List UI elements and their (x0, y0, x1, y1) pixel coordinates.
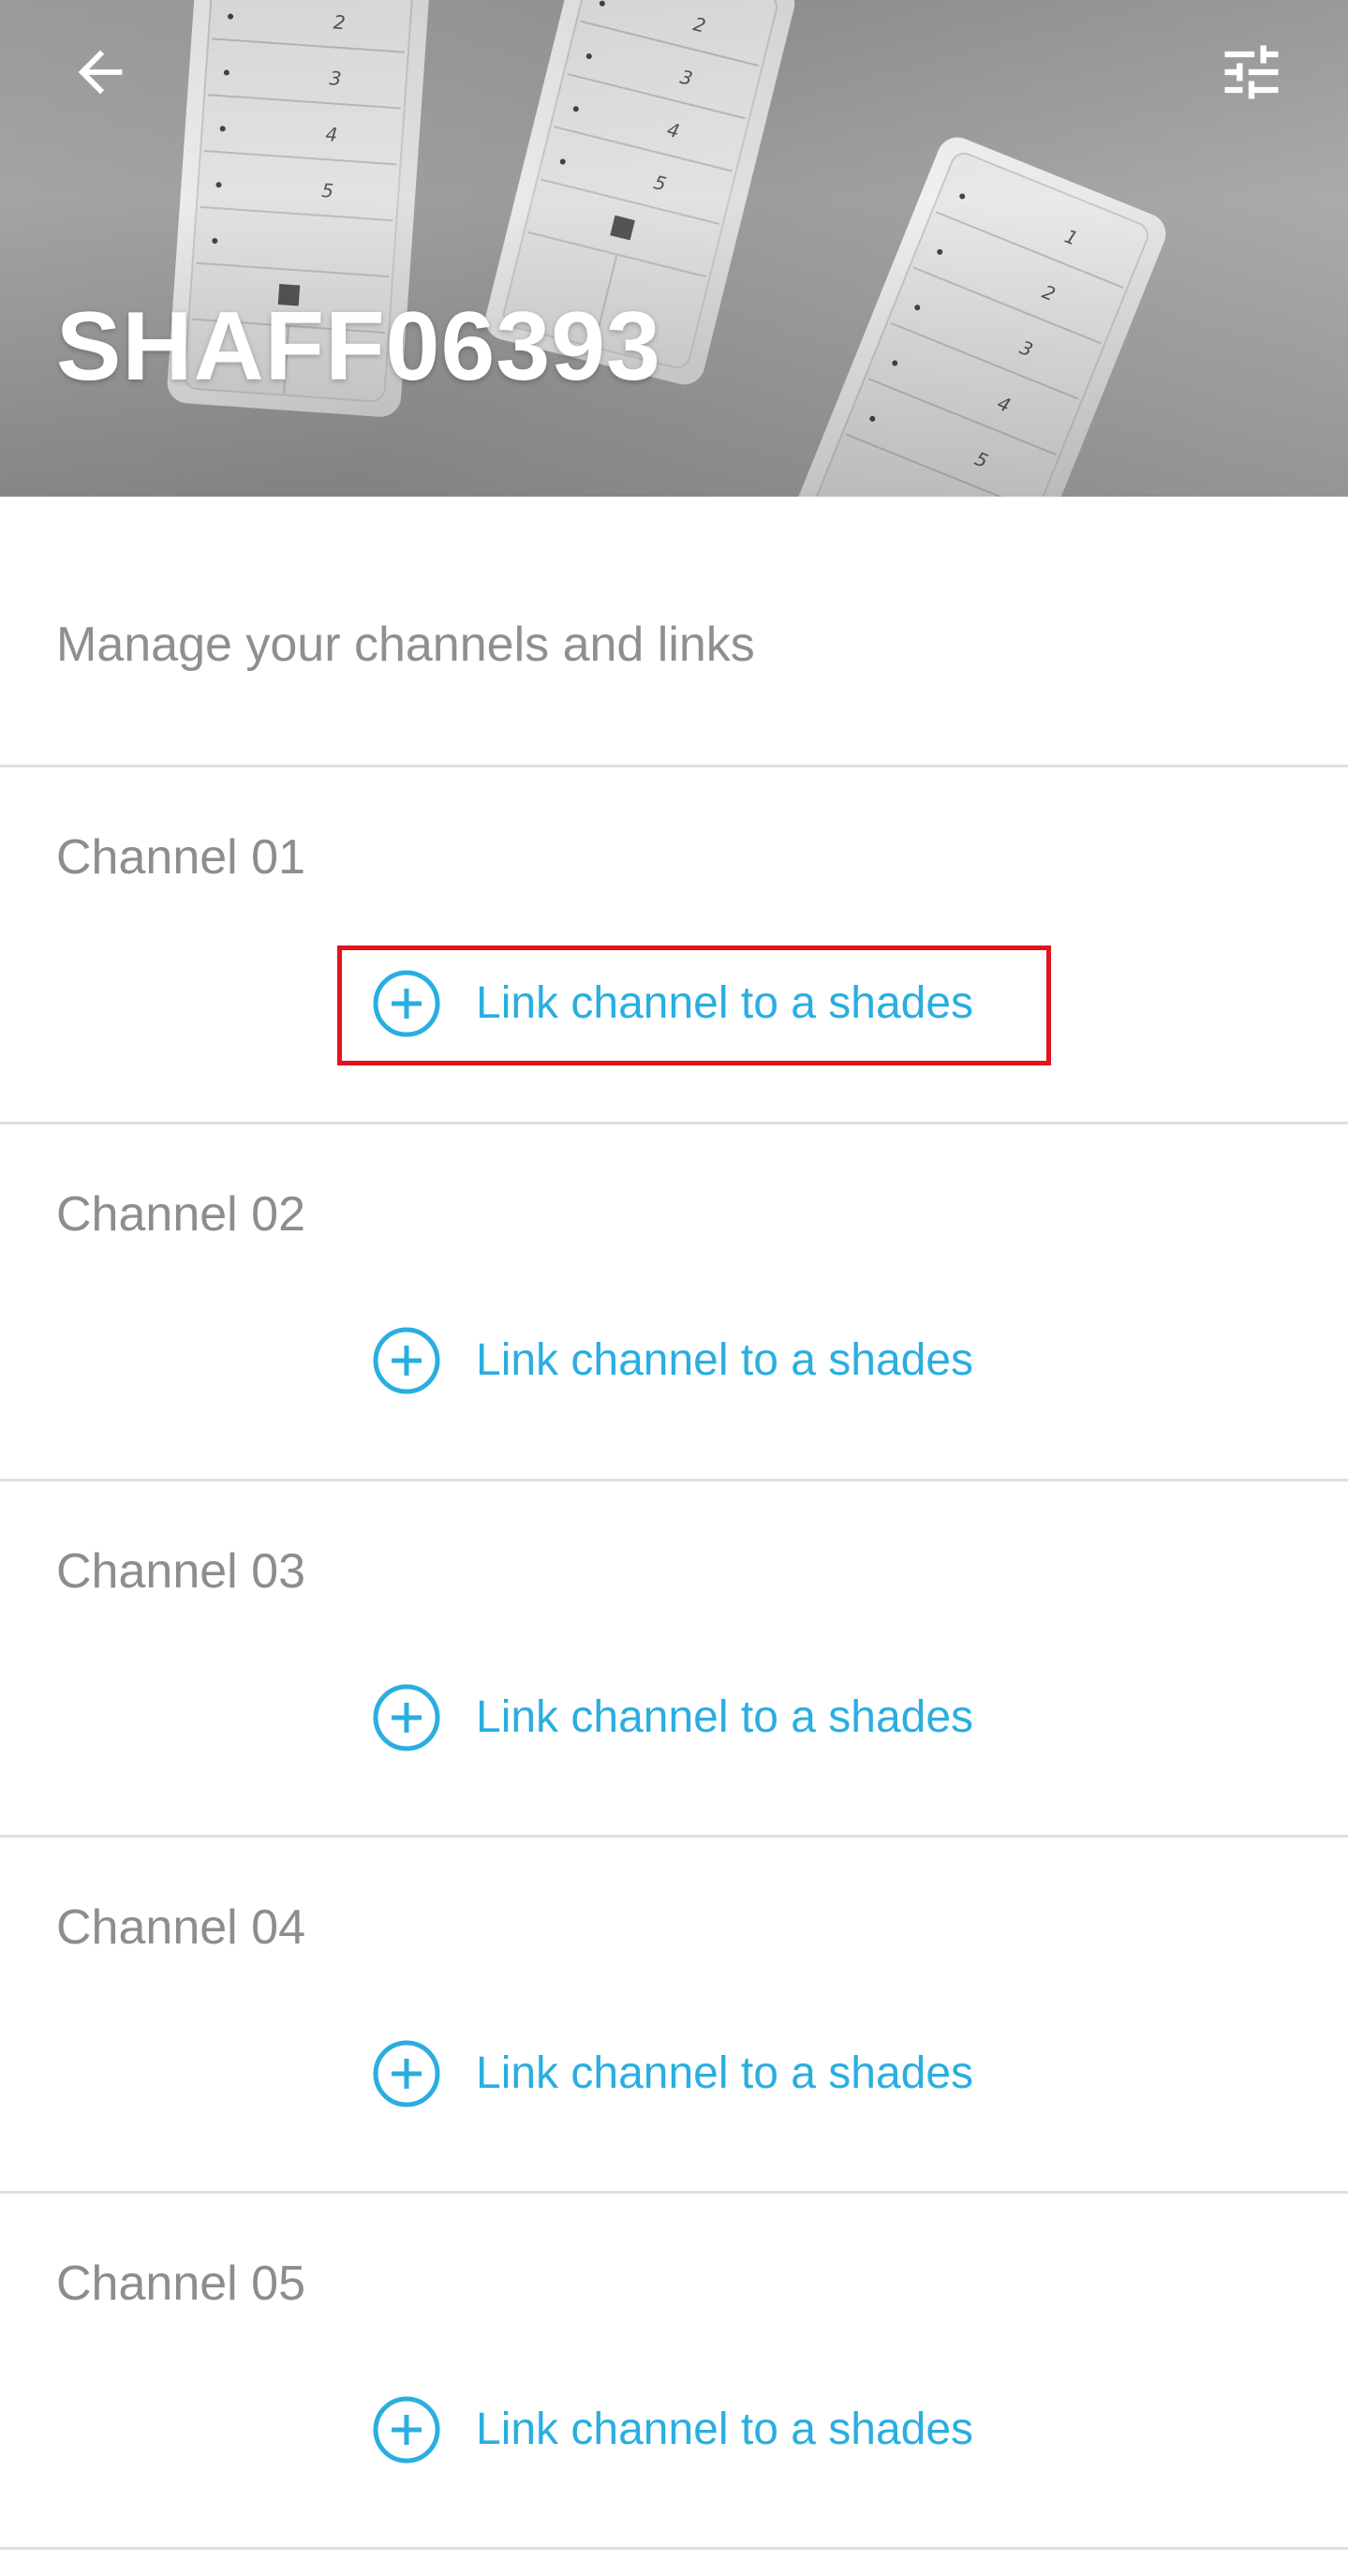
channel-row-01: Channel 01 Link channel to a shades (0, 767, 1348, 1124)
link-channel-label: Link channel to a shades (476, 978, 974, 1028)
channel-row-02: Channel 02 Link channel to a shades (0, 1124, 1348, 1481)
channel-row-05: Channel 05 Link channel to a shades (0, 2194, 1348, 2550)
link-channel-button[interactable]: Link channel to a shades (371, 2036, 973, 2111)
add-circle-icon (373, 2396, 440, 2464)
divider (0, 2547, 1348, 2550)
add-circle-icon (373, 970, 440, 1037)
add-circle-icon (373, 1327, 440, 1394)
back-button[interactable] (49, 21, 152, 124)
channel-name: Channel 05 (56, 2256, 305, 2311)
arrow-left-icon (78, 50, 123, 95)
sliders-icon (1224, 45, 1279, 99)
channel-name: Channel 04 (56, 1900, 305, 1955)
header-overlay (0, 0, 1348, 497)
intro-text: Manage your channels and links (56, 618, 755, 672)
link-channel-label: Link channel to a shades (476, 2048, 974, 2098)
link-channel-button[interactable]: Link channel to a shades (337, 946, 1051, 1065)
link-channel-label: Link channel to a shades (476, 1335, 974, 1385)
channel-name: Channel 01 (56, 830, 305, 885)
device-name-title: SHAFF06393 (56, 292, 661, 401)
add-circle-icon (373, 1684, 440, 1751)
channel-name: Channel 03 (56, 1544, 305, 1599)
channel-name: Channel 02 (56, 1187, 305, 1242)
channel-row-04: Channel 04 Link channel to a shades (0, 1838, 1348, 2194)
channel-row-03: Channel 03 Link channel to a shades (0, 1482, 1348, 1838)
channel-management-screen: 2 3 4 5 (0, 0, 1348, 2576)
settings-button[interactable] (1200, 21, 1303, 124)
link-channel-label: Link channel to a shades (476, 1692, 974, 1742)
link-channel-button[interactable]: Link channel to a shades (371, 2392, 973, 2467)
add-circle-icon (373, 2040, 440, 2107)
header-banner: 2 3 4 5 (0, 0, 1348, 497)
link-channel-label: Link channel to a shades (476, 2405, 974, 2454)
link-channel-button[interactable]: Link channel to a shades (371, 1323, 973, 1398)
link-channel-button[interactable]: Link channel to a shades (371, 1680, 973, 1755)
